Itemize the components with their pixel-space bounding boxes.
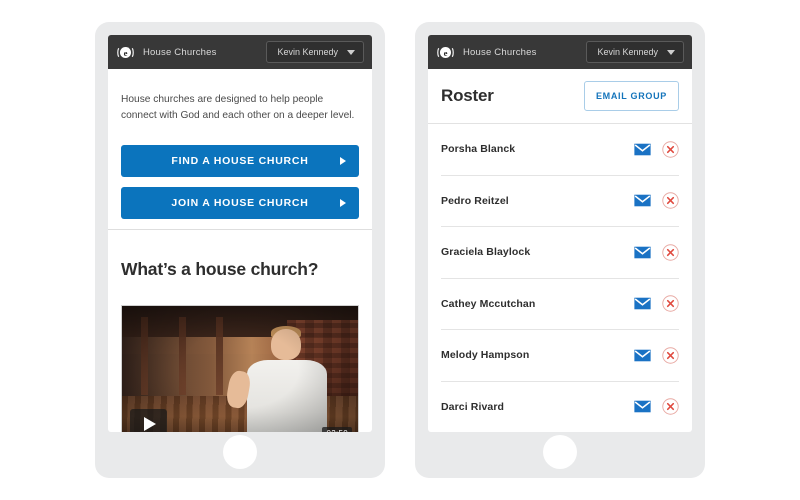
remove-circle-icon[interactable] (662, 295, 679, 312)
circled-e-logo-icon: e (436, 43, 455, 62)
screenshot-canvas: e House Churches Kevin Kennedy House chu… (0, 0, 800, 500)
envelope-icon[interactable] (634, 400, 651, 413)
member-name: Darci Rivard (441, 400, 505, 413)
chevron-down-icon (347, 49, 355, 55)
remove-circle-icon[interactable] (662, 244, 679, 261)
envelope-icon[interactable] (634, 297, 651, 310)
user-menu-left[interactable]: Kevin Kennedy (266, 41, 364, 63)
envelope-icon[interactable] (634, 246, 651, 259)
find-a-house-church-button[interactable]: FIND A HOUSE CHURCH (121, 145, 359, 177)
section-divider (108, 229, 372, 230)
email-group-button[interactable]: EMAIL GROUP (583, 81, 679, 111)
section-heading: What’s a house church? (121, 258, 319, 279)
member-name: Cathey Mccutchan (441, 297, 536, 310)
remove-circle-icon[interactable] (662, 192, 679, 209)
remove-circle-icon[interactable] (662, 141, 679, 158)
table-row[interactable]: Melody Hampson (441, 330, 679, 382)
row-actions (634, 244, 679, 261)
svg-text:e: e (124, 47, 128, 57)
row-actions (634, 347, 679, 364)
app-header-left: e House Churches Kevin Kennedy (108, 35, 372, 69)
table-row[interactable]: Pedro Reitzel (441, 176, 679, 227)
user-menu-label-right: Kevin Kennedy (597, 47, 658, 57)
arrow-right-icon (340, 199, 346, 207)
member-name: Pedro Reitzel (441, 194, 509, 207)
cta-button-group: FIND A HOUSE CHURCH JOIN A HOUSE CHURCH (108, 145, 372, 219)
app-title-right: House Churches (463, 46, 537, 58)
play-icon[interactable] (130, 409, 167, 432)
video-duration-label: 02:50 (322, 427, 352, 432)
table-row[interactable]: Graciela Blaylock (441, 227, 679, 279)
table-row[interactable]: Cathey Mccutchan (441, 279, 679, 330)
roster-list: Porsha Blanck Pedro Reitzel Graciela Bla… (428, 124, 692, 432)
join-a-house-church-button[interactable]: JOIN A HOUSE CHURCH (121, 187, 359, 219)
table-row[interactable]: Darci Rivard (441, 382, 679, 433)
member-name: Graciela Blaylock (441, 246, 531, 259)
video-thumbnail[interactable]: 02:50 (121, 305, 359, 432)
join-button-label: JOIN A HOUSE CHURCH (171, 197, 309, 209)
right-phone-screen: e House Churches Kevin Kennedy Roster EM… (428, 35, 692, 432)
find-button-label: FIND A HOUSE CHURCH (171, 155, 309, 167)
row-actions (634, 295, 679, 312)
left-phone-screen: e House Churches Kevin Kennedy House chu… (108, 35, 372, 432)
play-triangle (144, 417, 156, 432)
envelope-icon[interactable] (634, 349, 651, 362)
intro-paragraph: House churches are designed to help peop… (121, 94, 355, 121)
user-menu-label-left: Kevin Kennedy (277, 47, 338, 57)
roster-header: Roster EMAIL GROUP (428, 69, 692, 124)
phone-mockup-left: e House Churches Kevin Kennedy House chu… (95, 22, 385, 478)
remove-circle-icon[interactable] (662, 398, 679, 415)
member-name: Melody Hampson (441, 349, 530, 362)
user-menu-right[interactable]: Kevin Kennedy (586, 41, 684, 63)
envelope-icon[interactable] (634, 194, 651, 207)
circled-e-logo-icon: e (116, 43, 135, 62)
app-header-right: e House Churches Kevin Kennedy (428, 35, 692, 69)
home-button-right[interactable] (543, 435, 577, 469)
app-title-left: House Churches (143, 46, 217, 58)
home-button-left[interactable] (223, 435, 257, 469)
phone-mockup-right: e House Churches Kevin Kennedy Roster EM… (415, 22, 705, 478)
svg-text:e: e (444, 47, 448, 57)
remove-circle-icon[interactable] (662, 347, 679, 364)
table-row[interactable]: Porsha Blanck (441, 124, 679, 176)
chevron-down-icon (667, 49, 675, 55)
arrow-right-icon (340, 157, 346, 165)
roster-title: Roster (441, 86, 494, 105)
envelope-icon[interactable] (634, 143, 651, 156)
row-actions (634, 192, 679, 209)
row-actions (634, 398, 679, 415)
member-name: Porsha Blanck (441, 143, 516, 156)
row-actions (634, 141, 679, 158)
